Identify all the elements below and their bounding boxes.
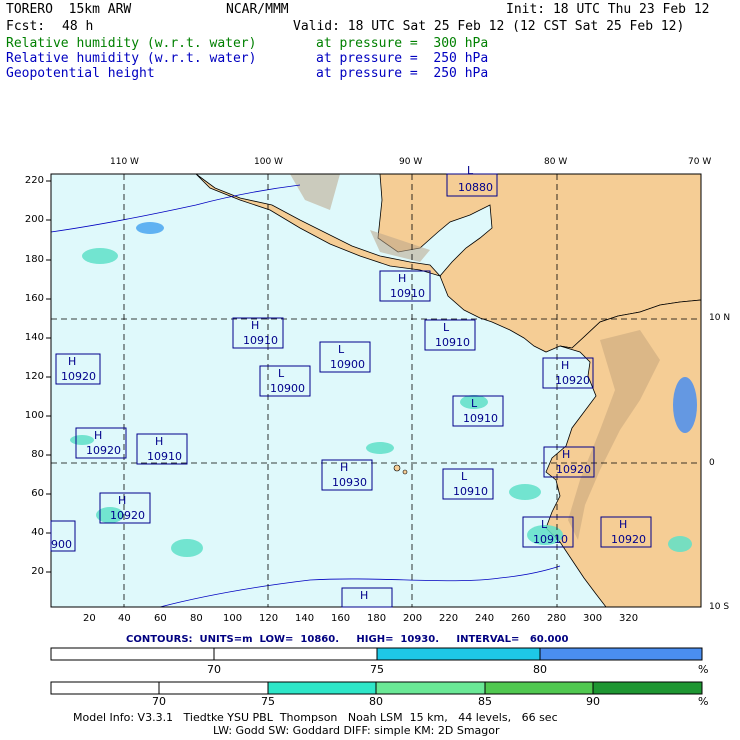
colorbar2-label: 80 (369, 695, 383, 708)
system-type: L (471, 397, 478, 410)
colorbar1-label: 70 (207, 663, 221, 676)
system-type: H (340, 461, 349, 474)
system-type: H (94, 429, 103, 442)
system-value: 10930 (332, 476, 367, 489)
system-type: H (118, 494, 127, 507)
system-value: 10910 (533, 533, 568, 546)
system-value: 10910 (243, 334, 278, 347)
system-value: 10920 (555, 374, 590, 387)
system-value: 10920 (611, 533, 646, 546)
system-type: H (251, 319, 260, 332)
colorbar1-label: % (698, 663, 709, 676)
system-type: H (562, 448, 571, 461)
colorbar1-label: 80 (533, 663, 547, 676)
system-type: H (68, 355, 77, 368)
colorbar2-label: 75 (261, 695, 275, 708)
system-value: 10910 (390, 287, 425, 300)
system-value: 10910 (453, 485, 488, 498)
model-info-line2: LW: Godd SW: Goddard DIFF: simple KM: 2D… (213, 724, 500, 737)
system-type: H (561, 359, 570, 372)
system-value: 10920 (86, 444, 121, 457)
system-type: L (338, 343, 345, 356)
system-value: 10920 (110, 509, 145, 522)
system-type: L (278, 367, 285, 380)
system-value: 900 (51, 538, 72, 551)
system-type: L (443, 321, 450, 334)
colorbar2-label: 85 (478, 695, 492, 708)
system-value: 10880 (458, 181, 493, 194)
system-type: H (360, 589, 369, 602)
system-value: 10900 (270, 382, 305, 395)
system-value: 10920 (556, 463, 591, 476)
system-type: H (398, 272, 407, 285)
system-value: 10910 (147, 450, 182, 463)
system-type: L (461, 470, 468, 483)
system-value: 10910 (435, 336, 470, 349)
system-value: 10920 (61, 370, 96, 383)
model-info-line1: Model Info: V3.3.1 Tiedtke YSU PBL Thomp… (73, 711, 558, 724)
system-type: L (541, 518, 548, 531)
system-type: L (467, 164, 474, 177)
weather-map (46, 173, 702, 608)
colorbar2-label: % (698, 695, 709, 708)
system-type: H (619, 518, 628, 531)
colorbar2-label: 90 (586, 695, 600, 708)
system-type: H (155, 435, 164, 448)
colorbar1-label: 75 (370, 663, 384, 676)
colorbar2-label: 70 (152, 695, 166, 708)
galapagos-islands (393, 464, 401, 472)
system-value: 10900 (330, 358, 365, 371)
contours-info: CONTOURS: UNITS=m LOW= 10860. HIGH= 1093… (126, 634, 569, 645)
system-value: 10910 (463, 412, 498, 425)
frame-ticks (46, 180, 51, 573)
